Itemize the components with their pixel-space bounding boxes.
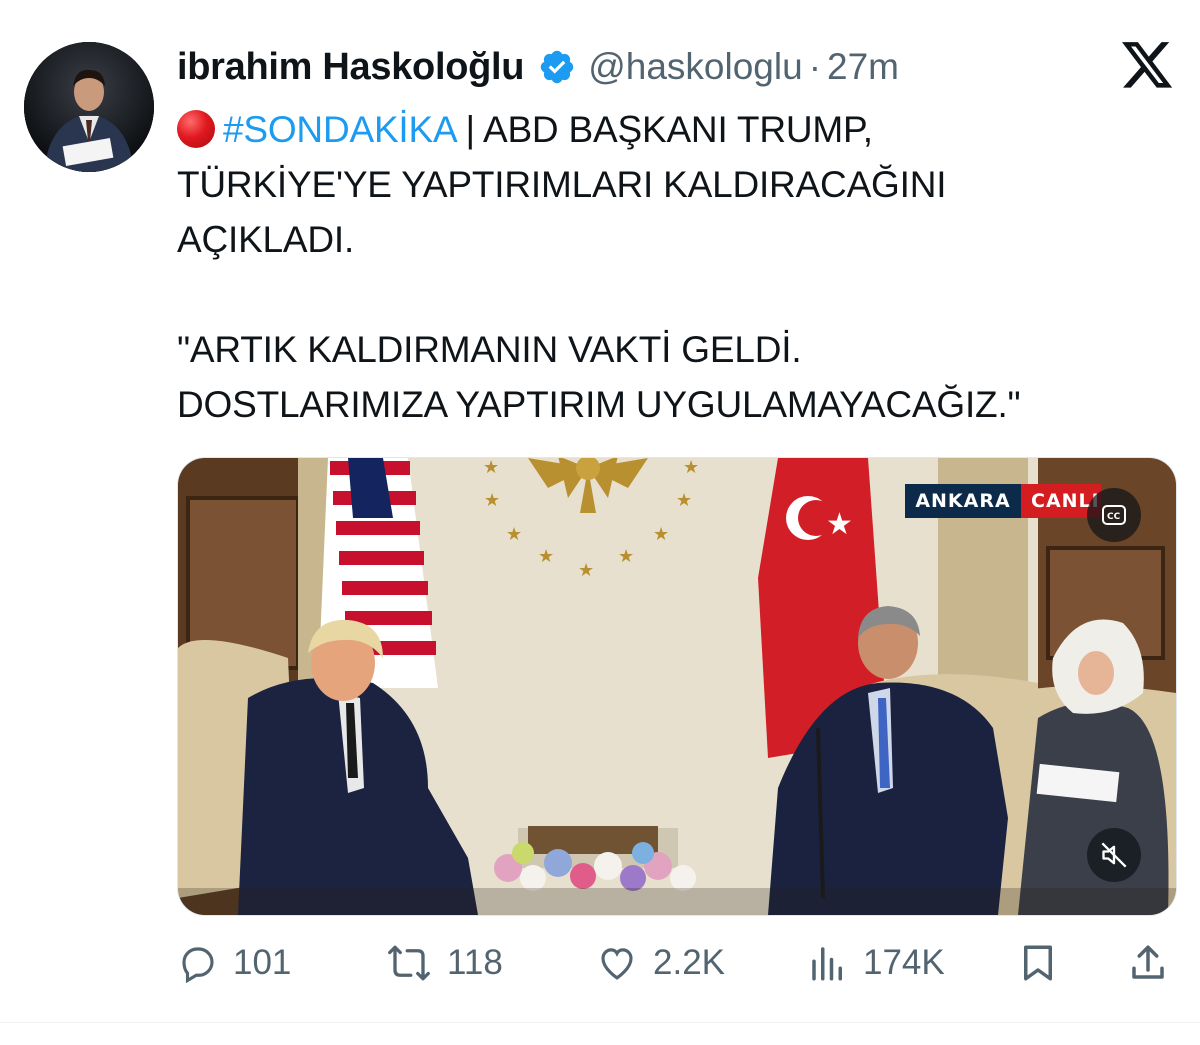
svg-text:★: ★ bbox=[538, 546, 554, 566]
tweet-video[interactable]: ★ ★ ★ ★ ★ ★ ★ ★ ★ ★ ANKARA CANLI CC bbox=[177, 457, 1177, 916]
avatar[interactable] bbox=[24, 42, 154, 172]
svg-text:★: ★ bbox=[683, 458, 699, 477]
bottom-divider bbox=[0, 1022, 1200, 1023]
svg-text:★: ★ bbox=[506, 524, 522, 544]
author-handle[interactable]: @haskologlu bbox=[588, 46, 802, 88]
video-frame: ★ ★ ★ ★ ★ ★ ★ ★ ★ ★ bbox=[178, 458, 1176, 915]
hashtag-link[interactable]: #SONDAKİKA bbox=[223, 109, 456, 150]
share-icon bbox=[1132, 945, 1164, 979]
like-count: 2.2K bbox=[653, 943, 725, 982]
bookmark-button[interactable] bbox=[1017, 938, 1073, 988]
bookmark-icon bbox=[1024, 945, 1052, 981]
action-bar: 101 118 2.2K 174K bbox=[177, 938, 1175, 988]
mute-icon[interactable] bbox=[1087, 828, 1141, 882]
repost-icon bbox=[388, 945, 430, 981]
author-display-name[interactable]: ibrahim Haskoloğlu bbox=[177, 46, 525, 89]
views-button[interactable]: 174K bbox=[807, 938, 945, 988]
view-count: 174K bbox=[863, 943, 945, 982]
cc-icon[interactable]: CC bbox=[1087, 488, 1141, 542]
red-circle-icon bbox=[177, 110, 215, 148]
tweet-header: ibrahim Haskoloğlu @haskologlu · 27m bbox=[177, 40, 899, 94]
reply-icon bbox=[182, 947, 214, 984]
tweet-line-1-text: | ABD BAŞKANI TRUMP, bbox=[455, 109, 873, 150]
tweet-line-4: "ARTIK KALDIRMANIN VAKTİ GELDİ. bbox=[177, 329, 802, 370]
svg-text:★: ★ bbox=[676, 490, 692, 510]
views-icon bbox=[812, 947, 842, 981]
tweet-line-3: AÇIKLADI. bbox=[177, 219, 355, 260]
tweet-timestamp[interactable]: 27m bbox=[827, 46, 899, 88]
share-button[interactable] bbox=[1127, 938, 1183, 988]
tweet-line-2: TÜRKİYE'YE YAPTIRIMLARI KALDIRACAĞINI bbox=[177, 164, 947, 205]
reply-button[interactable]: 101 bbox=[177, 938, 291, 988]
svg-text:★: ★ bbox=[578, 560, 594, 580]
svg-text:★: ★ bbox=[653, 524, 669, 544]
location-overlay: ANKARA bbox=[905, 484, 1021, 518]
svg-text:★: ★ bbox=[484, 490, 500, 510]
like-button[interactable]: 2.2K bbox=[595, 938, 725, 988]
like-icon bbox=[601, 948, 633, 980]
x-logo-icon[interactable] bbox=[1122, 42, 1174, 90]
tweet-line-5: DOSTLARIMIZA YAPTIRIM UYGULAMAYACAĞIZ." bbox=[177, 384, 1021, 425]
repost-count: 118 bbox=[447, 943, 503, 982]
svg-text:★: ★ bbox=[826, 508, 853, 541]
svg-text:★: ★ bbox=[483, 458, 499, 477]
svg-text:CC: CC bbox=[1107, 512, 1121, 522]
tweet-line-1: #SONDAKİKA | ABD BAŞKANI TRUMP, bbox=[177, 102, 1167, 157]
reply-count: 101 bbox=[233, 943, 292, 982]
tweet-text: #SONDAKİKA | ABD BAŞKANI TRUMP, TÜRKİYE'… bbox=[177, 102, 1167, 432]
verified-badge-icon bbox=[538, 48, 576, 86]
dot-separator: · bbox=[808, 46, 822, 87]
svg-text:★: ★ bbox=[618, 546, 634, 566]
repost-button[interactable]: 118 bbox=[385, 938, 503, 988]
